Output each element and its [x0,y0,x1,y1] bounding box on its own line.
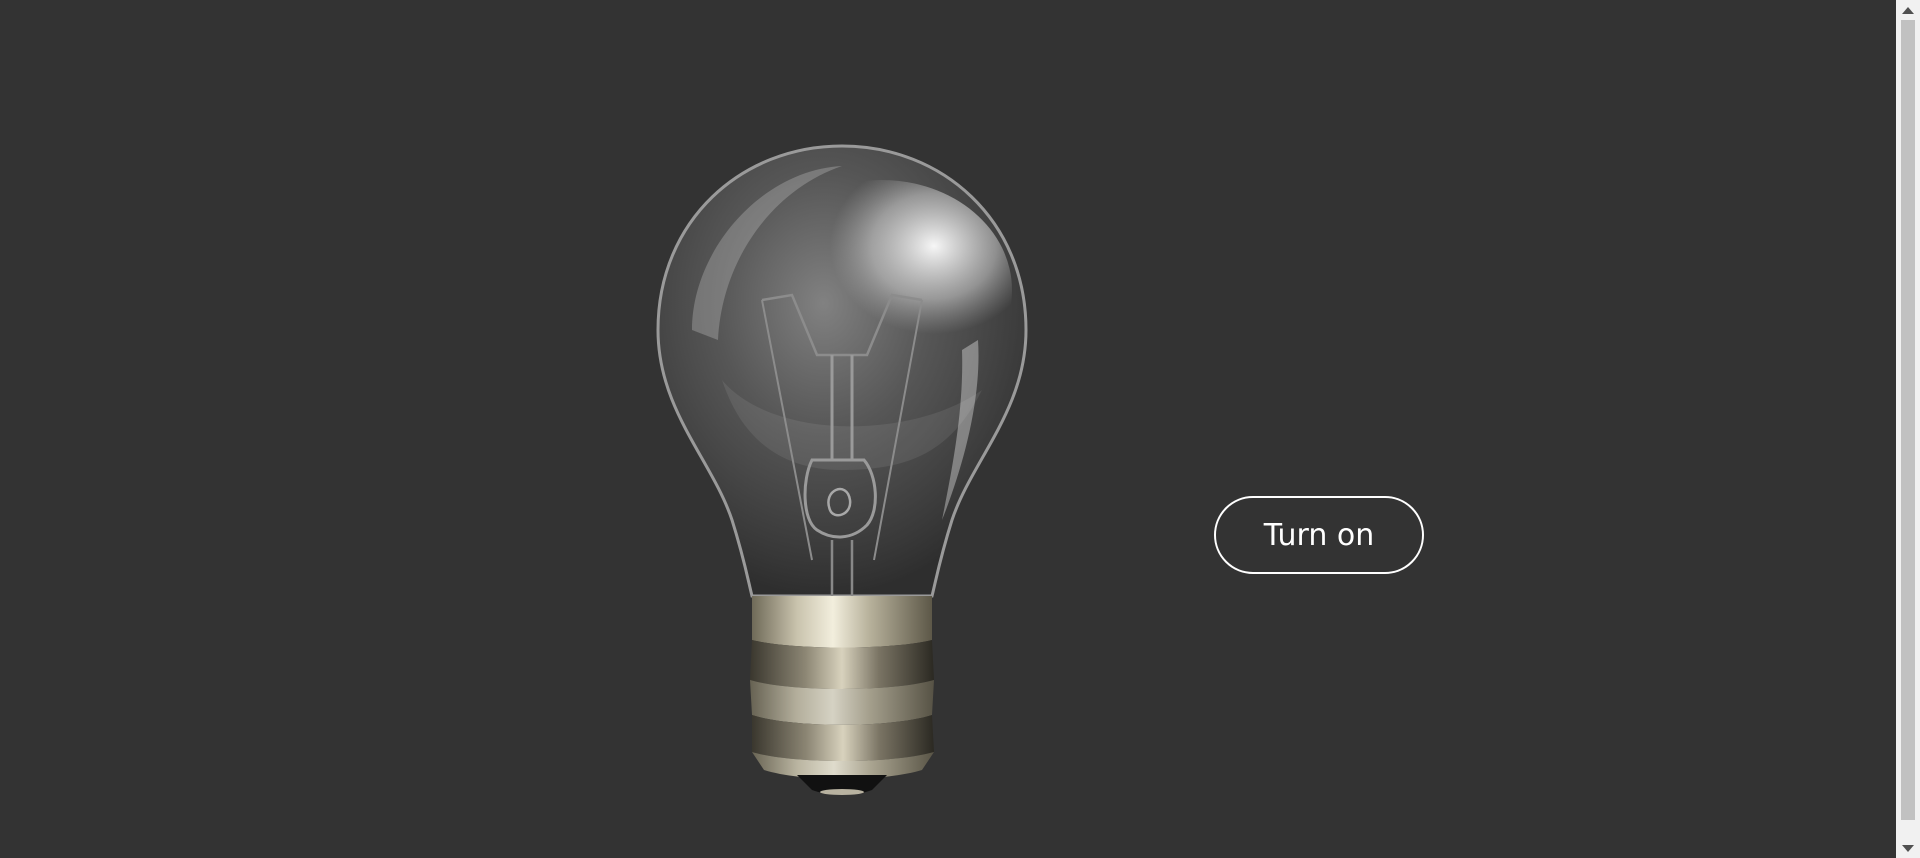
light-bulb-icon [656,144,1028,795]
scroll-up-arrow-icon[interactable] [1896,0,1920,20]
vertical-scrollbar[interactable] [1896,0,1920,858]
scroll-down-arrow-icon[interactable] [1896,838,1920,858]
turn-on-button[interactable]: Turn on [1214,496,1424,574]
scrollbar-thumb[interactable] [1901,20,1915,820]
page: Turn on [0,0,1920,858]
